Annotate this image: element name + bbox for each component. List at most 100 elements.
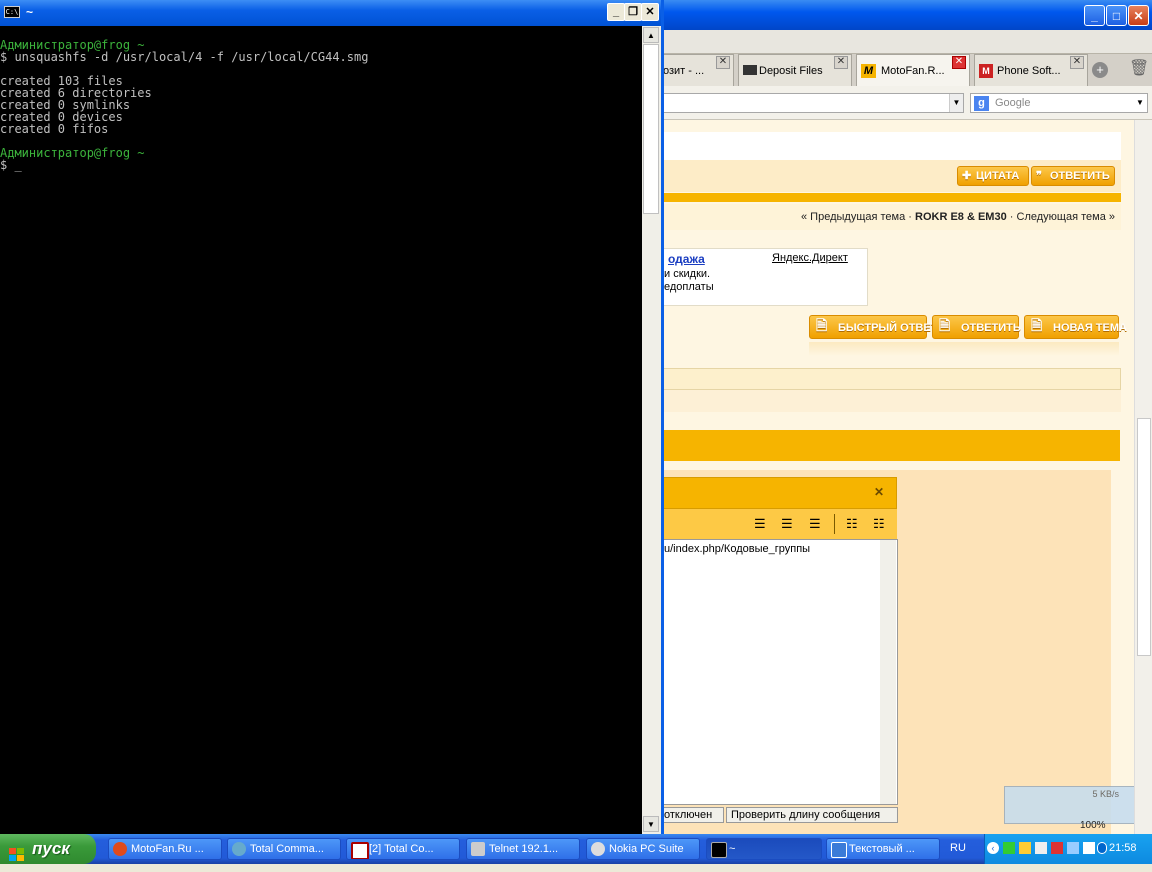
prompt-line: Администратор@frog ~	[0, 146, 145, 160]
minimize-button[interactable]: _	[607, 3, 625, 21]
align-left-icon[interactable]: ☰	[754, 516, 766, 532]
tab-label: Deposit Files	[759, 65, 823, 77]
input-line[interactable]: $ _	[0, 159, 642, 171]
minimize-button[interactable]: _	[1084, 5, 1105, 26]
tray-icon[interactable]	[1067, 842, 1079, 854]
windows-logo-icon	[9, 842, 25, 861]
scroll-down-icon[interactable]: ▼	[643, 816, 659, 832]
editor-header: ✕	[664, 477, 897, 509]
align-center-icon[interactable]: ☰	[781, 516, 793, 532]
chevron-down-icon[interactable]: ▼	[1133, 94, 1147, 112]
page-scrollbar[interactable]	[1134, 120, 1152, 834]
status-field-left[interactable]: отключен	[664, 807, 724, 823]
opera-icon	[113, 842, 127, 856]
next-topic-link[interactable]: Следующая тема »	[1017, 211, 1115, 223]
system-tray: ‹ 21:58	[984, 834, 1152, 864]
task-console[interactable]: ~	[706, 838, 822, 860]
scroll-thumb[interactable]	[1137, 418, 1151, 656]
floppy-icon	[351, 842, 369, 859]
tab-phonesoft[interactable]: M Phone Soft... ✕	[974, 54, 1088, 86]
new-topic-label: НОВАЯ ТЕМА	[1053, 322, 1127, 334]
tray-chevron-icon[interactable]: ‹	[987, 842, 999, 854]
browser-toolbar	[664, 30, 1152, 54]
reply-button[interactable]: 🗎 ОТВЕТИТЬ	[932, 315, 1021, 339]
align-right-icon[interactable]: ☰	[809, 516, 821, 532]
terminal-output[interactable]: Администратор@frog ~ $ unsquashfs -d /us…	[0, 26, 642, 834]
language-indicator[interactable]: RU	[950, 842, 966, 854]
section-header	[664, 430, 1120, 461]
bluetooth-icon[interactable]	[1097, 842, 1107, 854]
trash-icon[interactable]: 🗑	[1129, 60, 1149, 78]
numbered-list-icon[interactable]: ☷	[846, 516, 858, 532]
quick-reply-button[interactable]: 🗎 БЫСТРЫЙ ОТВЕТ	[809, 315, 937, 339]
address-bar-row: ▼ g Google ▼	[664, 86, 1152, 120]
download-popup: 5 KB/s	[1004, 786, 1138, 824]
forum-page: ✚ ЦИТАТА ❞ ОТВЕТИТЬ « Предыдущая тема · …	[664, 120, 1138, 834]
zoom-level[interactable]: 100%	[1080, 820, 1140, 834]
textarea-scrollbar[interactable]	[880, 540, 896, 804]
info-row-2	[664, 390, 1121, 412]
chevron-down-icon[interactable]: ▼	[949, 94, 963, 112]
ad-text-1: и скидки.	[664, 268, 711, 280]
motofan-icon: M	[861, 64, 876, 78]
yandex-direct-link[interactable]: Яндекс.Директ	[772, 252, 848, 264]
task-nokia[interactable]: Nokia PC Suite	[586, 838, 700, 860]
start-button[interactable]: пуск	[0, 834, 96, 864]
tray-icon[interactable]	[1051, 842, 1063, 854]
tab-deposit[interactable]: озит - ... ✕	[664, 54, 734, 86]
topic-nav: « Предыдущая тема · ROKR E8 & EM30 · Сле…	[664, 204, 1121, 230]
restore-button[interactable]: ❐	[624, 3, 642, 21]
task-label: Telnet 192.1...	[489, 843, 559, 855]
quote-button-label: ЦИТАТА	[976, 170, 1020, 182]
ad-link[interactable]: одажа	[668, 252, 705, 266]
close-tab-icon[interactable]: ✕	[1070, 56, 1084, 69]
console-icon: C:\	[4, 6, 20, 18]
close-icon[interactable]: ✕	[874, 485, 884, 499]
console-scrollbar[interactable]: ▲ ▼	[642, 26, 661, 834]
new-tab-icon[interactable]: +	[1092, 62, 1108, 78]
message-textarea[interactable]: u/index.php/Кодовые_группы	[664, 539, 898, 805]
maximize-button[interactable]: □	[1106, 5, 1127, 26]
reply-label: ОТВЕТИТЬ	[961, 322, 1021, 334]
divider-bar	[664, 193, 1121, 202]
document-icon: 🗎	[816, 317, 828, 333]
start-label: пуск	[32, 839, 70, 858]
task-telnet[interactable]: Telnet 192.1...	[466, 838, 580, 860]
post-footer: ✚ ЦИТАТА ❞ ОТВЕТИТЬ	[664, 160, 1121, 192]
tab-motofan[interactable]: M MotoFan.R... ✕	[856, 54, 970, 86]
bullet-list-icon[interactable]: ☷	[873, 516, 885, 532]
volume-icon[interactable]	[1083, 842, 1095, 854]
close-button[interactable]: ✕	[1128, 5, 1149, 26]
clock[interactable]: 21:58	[1109, 842, 1137, 854]
tray-icon[interactable]	[1003, 842, 1015, 854]
console-titlebar: C:\ ~ _ ❐ ✕	[0, 0, 664, 26]
close-tab-icon[interactable]: ✕	[952, 56, 966, 69]
tab-label: Phone Soft...	[997, 65, 1061, 77]
new-topic-button[interactable]: 🗎 НОВАЯ ТЕМА	[1024, 315, 1127, 339]
quote-button[interactable]: ✚ ЦИТАТА	[957, 166, 1029, 186]
command-line: $ unsquashfs -d /usr/local/4 -f /usr/loc…	[0, 50, 369, 64]
network-icon[interactable]	[1035, 842, 1047, 854]
task-text-document[interactable]: Текстовый ...	[826, 838, 940, 860]
google-icon: g	[974, 96, 989, 111]
search-input[interactable]: g Google ▼	[970, 93, 1148, 113]
toolbar-divider	[834, 514, 835, 534]
search-placeholder: Google	[995, 97, 1031, 109]
scroll-up-icon[interactable]: ▲	[643, 27, 659, 43]
motorola-icon: M	[979, 64, 993, 78]
tab-depositfiles[interactable]: Deposit Files ✕	[738, 54, 852, 86]
scroll-thumb[interactable]	[643, 44, 659, 214]
output-line: created 0 fifos	[0, 122, 109, 136]
address-input[interactable]: ▼	[664, 93, 964, 113]
reply-button-small[interactable]: ❞ ОТВЕТИТЬ	[1031, 166, 1115, 186]
check-length-button[interactable]: Проверить длину сообщения	[726, 807, 898, 823]
plus-icon: ✚	[962, 170, 972, 182]
close-button[interactable]: ✕	[641, 3, 659, 21]
task-totalcommander[interactable]: Total Comma...	[227, 838, 341, 860]
task-totalcommander-2[interactable]: [2] Total Co...	[346, 838, 460, 860]
task-motofan[interactable]: MotoFan.Ru ...	[108, 838, 222, 860]
tray-icon[interactable]	[1019, 842, 1031, 854]
close-tab-icon[interactable]: ✕	[834, 56, 848, 69]
close-tab-icon[interactable]: ✕	[716, 56, 730, 69]
prev-topic-link[interactable]: « Предыдущая тема	[801, 211, 905, 223]
